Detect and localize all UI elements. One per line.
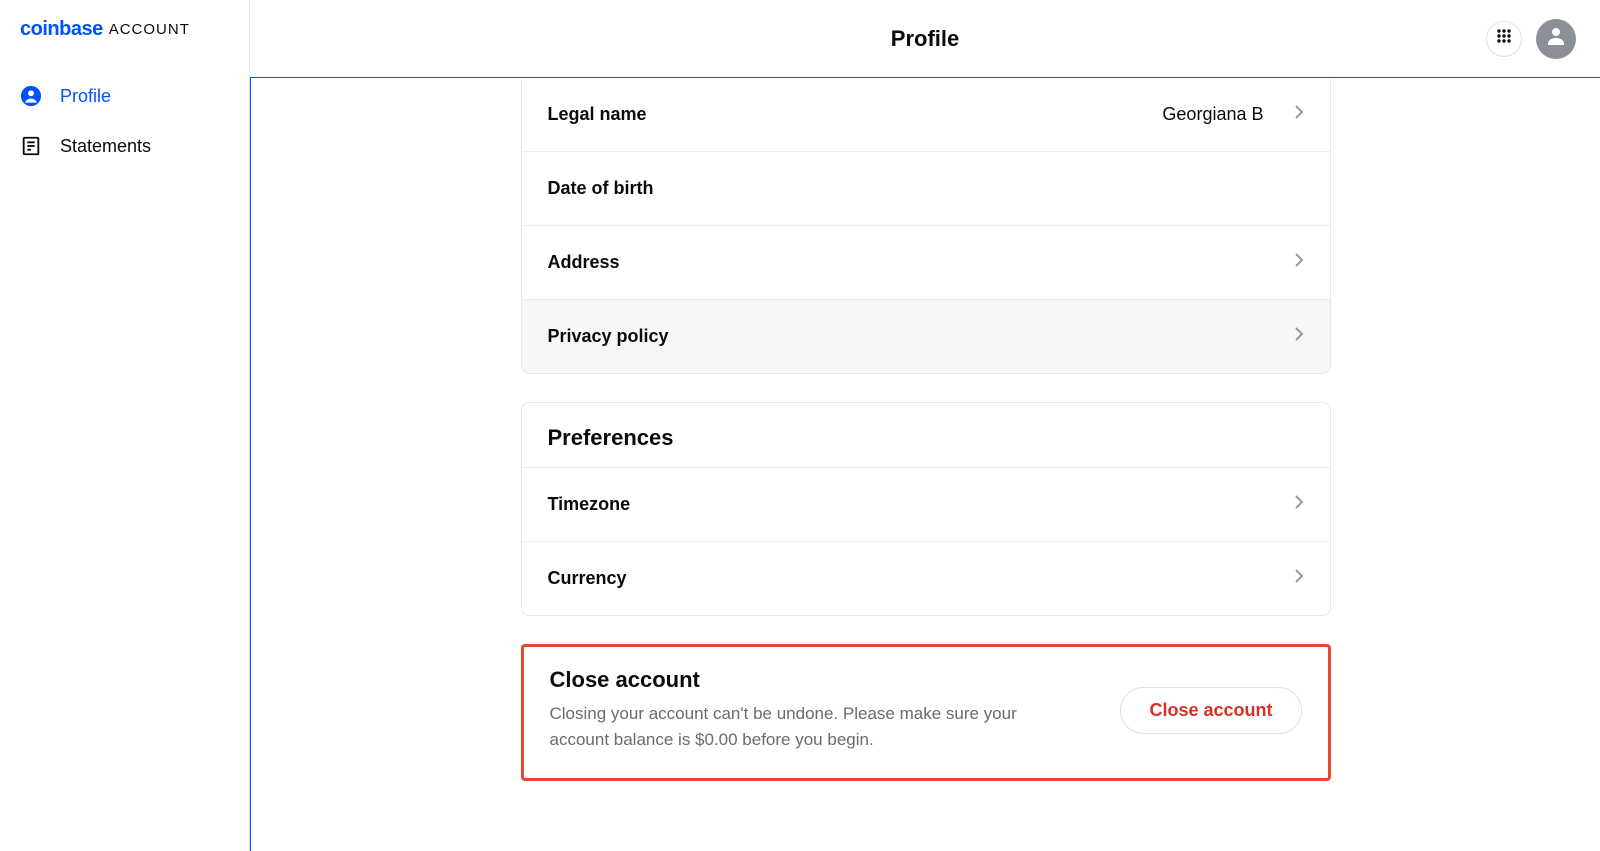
row-address[interactable]: Address [522,225,1330,299]
row-label: Legal name [548,104,647,125]
section-close-account: Close account Closing your account can't… [521,644,1331,781]
brand-sub: ACCOUNT [109,21,190,38]
row-date-of-birth[interactable]: Date of birth [522,151,1330,225]
chevron-right-icon [1294,252,1304,273]
apps-grid-button[interactable] [1486,21,1522,57]
section-preferences: Preferences Timezone Currency [521,402,1331,616]
section-header: Preferences [522,403,1330,467]
row-label: Date of birth [548,178,654,199]
chevron-right-icon [1294,104,1304,125]
sidebar-item-label: Statements [60,136,151,157]
person-circle-icon [20,85,42,107]
chevron-right-icon [1294,494,1304,515]
brand-logo[interactable]: coinbase ACCOUNT [0,18,249,71]
page-title: Profile [891,26,959,52]
row-privacy-policy[interactable]: Privacy policy [522,299,1330,373]
document-icon [20,135,42,157]
main-content: Legal name Georgiana B Date of birth [250,78,1600,851]
person-icon [1544,24,1568,53]
section-title: Preferences [548,425,1304,451]
brand-name: coinbase [20,18,103,41]
apps-grid-icon [1496,28,1512,49]
close-account-title: Close account [550,667,1097,693]
user-avatar[interactable] [1536,19,1576,59]
row-label: Privacy policy [548,326,669,347]
sidebar-item-label: Profile [60,86,111,107]
row-timezone[interactable]: Timezone [522,467,1330,541]
sidebar: coinbase ACCOUNT Profile Statements [0,0,250,851]
close-account-button[interactable]: Close account [1120,687,1301,734]
sidebar-item-statements[interactable]: Statements [0,121,249,171]
chevron-right-icon [1294,568,1304,589]
section-personal: Legal name Georgiana B Date of birth [521,78,1331,374]
sidebar-item-profile[interactable]: Profile [0,71,249,121]
chevron-right-icon [1294,326,1304,347]
row-label: Address [548,252,620,273]
row-currency[interactable]: Currency [522,541,1330,615]
row-legal-name[interactable]: Legal name Georgiana B [522,78,1330,151]
close-account-description: Closing your account can't be undone. Pl… [550,701,1070,754]
row-value: Georgiana B [1162,104,1263,125]
row-label: Currency [548,568,627,589]
row-label: Timezone [548,494,631,515]
topbar: Profile [250,0,1600,78]
